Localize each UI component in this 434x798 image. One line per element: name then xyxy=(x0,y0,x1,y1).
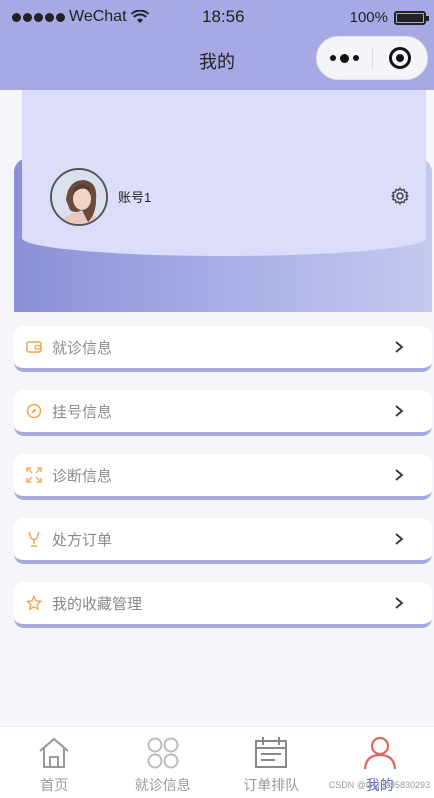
chevron-right-icon xyxy=(395,341,404,353)
profile-header: 账号1 xyxy=(14,90,432,312)
battery-status: 100% xyxy=(349,9,429,26)
menu-item-label: 诊断信息 xyxy=(52,467,113,485)
chevron-right-icon xyxy=(395,469,404,481)
menu-item-visit-info[interactable]: 就诊信息 xyxy=(14,326,432,372)
gear-icon[interactable] xyxy=(390,186,410,206)
battery-icon xyxy=(394,10,429,25)
wifi-icon xyxy=(130,10,149,23)
chevron-right-icon xyxy=(395,405,404,417)
signal-icon xyxy=(12,12,65,22)
status-bar: WeChat 18:56 100% xyxy=(0,0,434,34)
battery-percent: 100% xyxy=(349,9,388,26)
menu-item-registration-info[interactable]: 挂号信息 xyxy=(14,390,432,436)
more-dot-icon xyxy=(340,53,349,63)
menu-item-label: 挂号信息 xyxy=(52,403,113,421)
tab-label: 就诊信息 xyxy=(134,777,191,793)
chevron-right-icon xyxy=(395,533,404,545)
more-button[interactable] xyxy=(317,36,372,80)
tab-label: 首页 xyxy=(40,777,69,793)
user-icon xyxy=(363,736,396,770)
carrier-label: WeChat xyxy=(69,8,127,25)
menu-item-favorites-management[interactable]: 我的收藏管理 xyxy=(14,582,432,628)
tab-home[interactable]: 首页 xyxy=(0,727,109,798)
trophy-icon xyxy=(26,531,42,547)
grid-icon xyxy=(147,737,179,769)
target-icon xyxy=(388,47,411,69)
calendar-icon xyxy=(255,737,288,768)
close-mini-program-button[interactable] xyxy=(373,36,427,80)
avatar[interactable] xyxy=(50,168,108,226)
chevron-right-icon xyxy=(395,597,404,609)
status-time: 18:56 xyxy=(202,7,245,26)
menu-item-label: 就诊信息 xyxy=(52,339,113,357)
compass-icon xyxy=(26,403,42,419)
mini-program-capsule xyxy=(316,36,428,80)
more-dot-icon xyxy=(330,55,336,61)
more-dot-icon xyxy=(353,55,359,61)
profile-menu: 就诊信息 挂号信息 诊断信息 处方订单 我的收藏管理 xyxy=(14,326,432,646)
menu-item-label: 处方订单 xyxy=(52,531,113,549)
header: WeChat 18:56 100% 我的 xyxy=(0,0,434,90)
menu-item-diagnosis-info[interactable]: 诊断信息 xyxy=(14,454,432,500)
tab-visit-info[interactable]: 就诊信息 xyxy=(109,727,218,798)
tab-order-queue[interactable]: 订单排队 xyxy=(217,727,326,798)
menu-item-label: 我的收藏管理 xyxy=(52,595,143,613)
watermark: CSDN @QQ3295830293 xyxy=(328,780,430,790)
tab-label: 订单排队 xyxy=(243,777,300,793)
expand-icon xyxy=(26,467,42,483)
star-icon xyxy=(26,595,42,611)
signal-carrier: WeChat xyxy=(12,8,149,26)
username: 账号1 xyxy=(118,190,152,205)
wallet-icon xyxy=(26,339,42,355)
menu-item-prescription-orders[interactable]: 处方订单 xyxy=(14,518,432,564)
home-icon xyxy=(39,737,69,768)
